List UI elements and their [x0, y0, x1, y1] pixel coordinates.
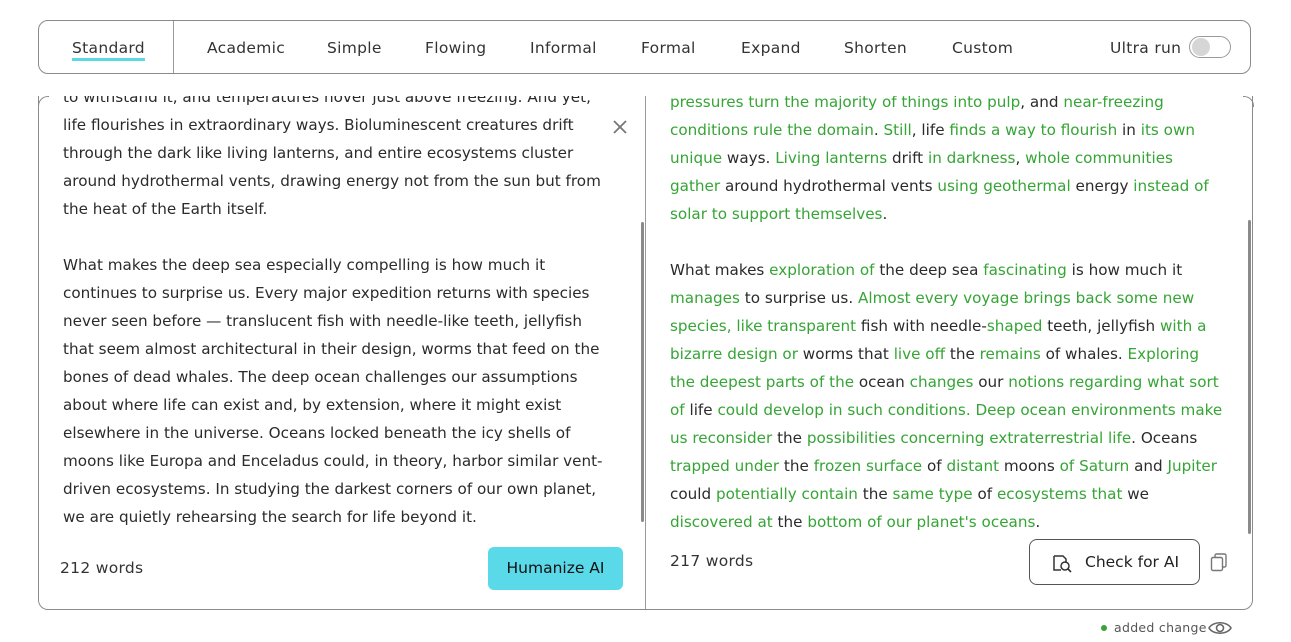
- check-for-ai-button[interactable]: Check for AI: [1029, 539, 1200, 585]
- close-icon[interactable]: [611, 118, 629, 136]
- unchanged-text: we: [1122, 485, 1150, 503]
- output-word-count: 217 words: [670, 552, 754, 570]
- mode-divider: [173, 21, 174, 73]
- unchanged-text: , and: [1020, 96, 1064, 111]
- output-scrollbar[interactable]: [1248, 220, 1251, 534]
- unchanged-text: our: [973, 373, 1009, 391]
- mode-tab-academic[interactable]: Academic: [207, 39, 285, 57]
- unchanged-text: the: [857, 485, 893, 503]
- changed-text: ecosystems that: [996, 485, 1123, 503]
- unchanged-text: of: [922, 457, 947, 475]
- unchanged-text: is how much it: [1066, 261, 1183, 279]
- changed-text: same type: [892, 485, 973, 503]
- added-change-dot: [1101, 625, 1107, 631]
- toggle-knob: [1192, 38, 1210, 56]
- eye-icon[interactable]: [1207, 619, 1233, 637]
- mode-tab-expand[interactable]: Expand: [741, 39, 801, 57]
- changed-text: Still: [883, 121, 912, 139]
- unchanged-text: drift: [887, 149, 928, 167]
- input-scrollbar[interactable]: [641, 222, 644, 522]
- changed-text: using geothermal: [937, 177, 1071, 195]
- humanize-ai-button[interactable]: Humanize AI: [488, 547, 623, 590]
- editor-panels: to withstand it, and temperatures hover …: [38, 96, 1253, 610]
- unchanged-text: .: [873, 121, 884, 139]
- changed-text: possibilities concerning extraterrestria…: [806, 429, 1132, 447]
- unchanged-text: moons: [999, 457, 1060, 475]
- unchanged-text: What makes: [670, 261, 770, 279]
- changed-text: potentially contain: [715, 485, 858, 503]
- unchanged-text: and: [1129, 457, 1168, 475]
- unchanged-text: the: [772, 513, 808, 531]
- panel-divider: [645, 96, 646, 609]
- unchanged-text: of whales.: [1040, 345, 1128, 363]
- output-paragraph: pressures turn the majority of things in…: [670, 96, 1225, 228]
- changed-text: Jupiter: [1167, 457, 1217, 475]
- input-word-count: 212 words: [60, 559, 144, 577]
- changed-text: remains: [979, 345, 1041, 363]
- unchanged-text: the: [779, 457, 814, 475]
- changed-text: in darkness: [927, 149, 1016, 167]
- unchanged-text: the: [945, 345, 980, 363]
- changed-text: live off: [893, 345, 946, 363]
- ultra-run-toggle[interactable]: [1189, 36, 1231, 58]
- check-for-ai-label: Check for AI: [1085, 553, 1180, 571]
- output-text: pressures turn the majority of things in…: [670, 96, 1225, 531]
- changed-text: frozen surface: [813, 457, 923, 475]
- ultra-run-label: Ultra run: [1110, 39, 1182, 57]
- changed-text: Living lanterns: [775, 149, 888, 167]
- unchanged-text: .: [1035, 513, 1041, 531]
- mode-tab-informal[interactable]: Informal: [530, 39, 597, 57]
- unchanged-text: teeth, jellyfish: [1042, 317, 1161, 335]
- unchanged-text: the deep sea: [874, 261, 984, 279]
- output-text-area[interactable]: pressures turn the majority of things in…: [647, 96, 1237, 531]
- changed-text: manages: [670, 289, 740, 307]
- unchanged-text: to surprise us.: [739, 289, 859, 307]
- mode-tab-formal[interactable]: Formal: [641, 39, 696, 57]
- unchanged-text: in: [1117, 121, 1141, 139]
- unchanged-text: the: [772, 429, 807, 447]
- added-change-label: added change: [1114, 620, 1207, 635]
- changed-text: bottom of our planet's oceans: [807, 513, 1036, 531]
- unchanged-text: energy: [1070, 177, 1134, 195]
- changed-text: pressures turn the majority of things in…: [670, 96, 1021, 111]
- magnifier-ai-icon: [1053, 555, 1072, 573]
- unchanged-text: around hydrothermal vents: [720, 177, 938, 195]
- changed-text: fascinating: [983, 261, 1067, 279]
- changed-text: of Saturn: [1059, 457, 1130, 475]
- mode-tab-custom[interactable]: Custom: [952, 39, 1013, 57]
- mode-tab-simple[interactable]: Simple: [327, 39, 382, 57]
- changed-text: distant: [946, 457, 1000, 475]
- mode-tab-standard[interactable]: Standard: [72, 39, 145, 61]
- changed-text: changes: [909, 373, 974, 391]
- unchanged-text: .: [882, 205, 888, 223]
- mode-tab-flowing[interactable]: Flowing: [425, 39, 486, 57]
- changed-text: shaped: [986, 317, 1043, 335]
- mode-bar: Standard Academic Simple Flowing Informa…: [38, 20, 1251, 74]
- mode-tab-shorten[interactable]: Shorten: [844, 39, 907, 57]
- input-text-area[interactable]: to withstand it, and temperatures hover …: [39, 96, 629, 531]
- unchanged-text: worms that: [797, 345, 894, 363]
- input-paragraph: What makes the deep sea especially compe…: [63, 256, 603, 526]
- unchanged-text: fish with needle-: [856, 317, 987, 335]
- unchanged-text: ,: [1015, 149, 1026, 167]
- copy-icon[interactable]: [1209, 552, 1229, 572]
- changed-text: discovered at: [670, 513, 773, 531]
- output-paragraph: What makes exploration of the deep sea f…: [670, 256, 1225, 531]
- unchanged-text: , life: [911, 121, 950, 139]
- unchanged-text: of: [972, 485, 997, 503]
- unchanged-text: could: [670, 485, 716, 503]
- changed-text: finds a way to flourish: [949, 121, 1118, 139]
- unchanged-text: ocean: [854, 373, 910, 391]
- input-paragraph: to withstand it, and temperatures hover …: [63, 96, 601, 218]
- changed-text: trapped under: [670, 457, 780, 475]
- changed-text: exploration of: [769, 261, 875, 279]
- input-text: to withstand it, and temperatures hover …: [63, 96, 608, 531]
- unchanged-text: ways.: [722, 149, 776, 167]
- unchanged-text: life: [684, 401, 718, 419]
- unchanged-text: . Oceans: [1131, 429, 1198, 447]
